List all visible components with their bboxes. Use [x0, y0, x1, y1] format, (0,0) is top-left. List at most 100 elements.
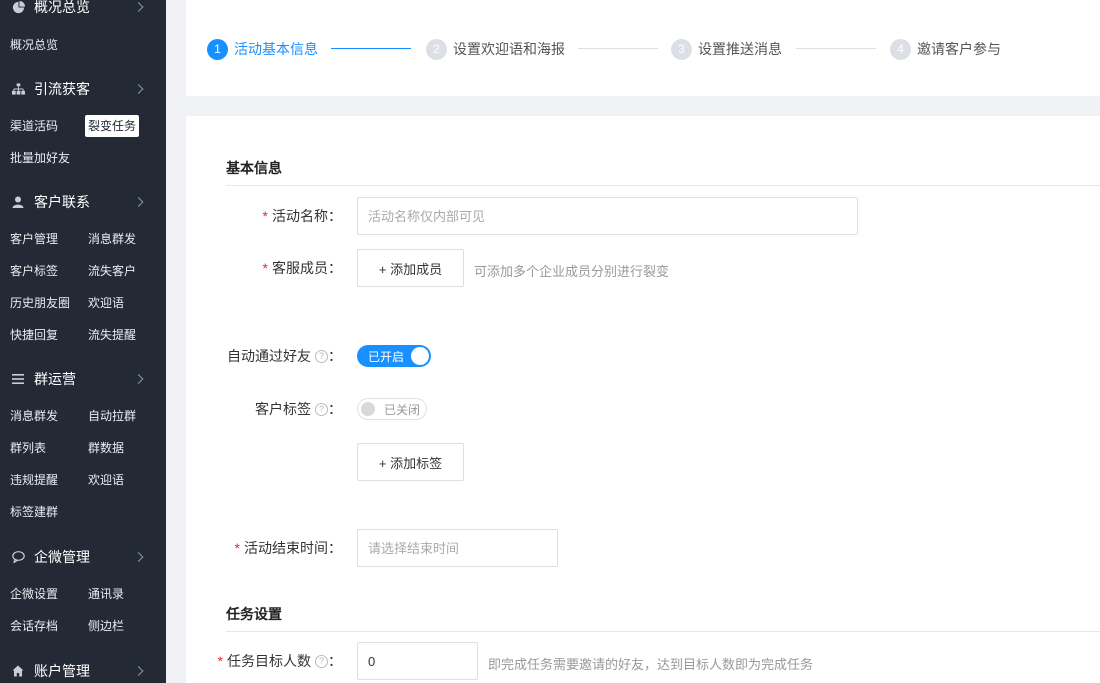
sidebar-group-customer[interactable]: 客户联系 [0, 187, 166, 217]
sidebar-item-contacts[interactable]: 通讯录 [85, 583, 127, 605]
sidebar-item-churn-alert[interactable]: 流失提醒 [85, 324, 139, 346]
label-colon: ： [328, 653, 342, 669]
step-number: 3 [671, 38, 692, 60]
sidebar-group-wecom[interactable]: 企微管理 [0, 542, 166, 572]
required-mark: * [234, 540, 240, 556]
target-count-input[interactable] [357, 642, 478, 680]
sidebar-item-moments-history[interactable]: 历史朋友圈 [7, 292, 73, 314]
sidebar-item-welcome-msg[interactable]: 欢迎语 [85, 292, 127, 314]
sidebar-item-violation-alert[interactable]: 违规提醒 [7, 469, 61, 491]
sidebar-item-side-panel[interactable]: 侧边栏 [85, 615, 127, 637]
label-text: 任务目标人数 [227, 653, 311, 669]
sidebar-item-tag-groups[interactable]: 标签建群 [7, 501, 61, 523]
pie-chart-icon [10, 0, 26, 15]
sidebar-item-batch-add-friends[interactable]: 批量加好友 [7, 147, 73, 169]
switch-knob [361, 402, 375, 416]
steps-bar: 1 活动基本信息 2 设置欢迎语和海报 3 设置推送消息 4 邀请客户参与 [186, 0, 1100, 96]
sidebar-group-label: 客户联系 [34, 194, 90, 210]
sidebar-group-overview[interactable]: 概况总览 [0, 0, 166, 22]
help-icon[interactable]: ? [315, 402, 328, 416]
sidebar-group-label: 企微管理 [34, 549, 90, 565]
label-text: 客户标签 [255, 401, 311, 417]
activity-name-input[interactable] [357, 197, 858, 235]
step-connector [331, 48, 411, 49]
end-time-picker[interactable] [357, 529, 558, 567]
sidebar-group-label: 引流获客 [34, 81, 90, 97]
label-text: 活动结束时间 [244, 540, 328, 556]
add-member-button[interactable]: + 添加成员 [357, 249, 464, 287]
sidebar-item-lost-customers[interactable]: 流失客户 [85, 260, 139, 282]
chevron-right-icon [133, 374, 144, 384]
sidebar-item-quick-reply[interactable]: 快捷回复 [7, 324, 61, 346]
section-title-basic: 基本信息 [226, 160, 282, 176]
chevron-right-icon [133, 2, 144, 12]
step-label: 邀请客户参与 [917, 41, 1001, 57]
auto-accept-label-wrap: 自动通过好友 ? ： [186, 337, 342, 375]
required-mark: * [262, 208, 268, 224]
required-mark: * [217, 653, 223, 669]
step-1[interactable]: 1 活动基本信息 [207, 38, 318, 60]
switch-text: 已关闭 [384, 402, 421, 417]
staff-hint: 可添加多个企业成员分别进行裂变 [474, 264, 670, 279]
sidebar-group-group-ops[interactable]: 群运营 [0, 364, 166, 394]
sidebar-item-auto-group[interactable]: 自动拉群 [85, 405, 139, 427]
sidebar-item-group-welcome[interactable]: 欢迎语 [85, 469, 127, 491]
sidebar-item-group-data[interactable]: 群数据 [85, 437, 127, 459]
step-4[interactable]: 4 邀请客户参与 [890, 38, 1001, 60]
sidebar-item-wecom-settings[interactable]: 企微设置 [7, 583, 61, 605]
label-text: 活动名称 [272, 208, 328, 224]
sidebar-item-overview[interactable]: 概况总览 [7, 34, 61, 56]
switch-text: 已开启 [368, 349, 405, 364]
end-time-label: * 活动结束时间 ： [235, 529, 342, 567]
step-number: 2 [426, 38, 447, 60]
chevron-right-icon [133, 197, 144, 207]
sidebar-group-label: 群运营 [34, 371, 76, 387]
sidebar-group-label: 概况总览 [34, 0, 90, 15]
step-number: 1 [207, 38, 228, 60]
activity-form: 基本信息 * 活动名称 ： * 客服成员 ： + 添加成员 可添加多个企业成员分… [186, 116, 1100, 683]
step-label: 设置推送消息 [698, 41, 782, 57]
label-text: 自动通过好友 [227, 348, 311, 364]
label-colon: ： [328, 540, 342, 556]
required-mark: * [262, 260, 268, 276]
activity-name-label: * 活动名称 ： [263, 197, 342, 235]
section-divider [226, 631, 1100, 632]
help-icon[interactable]: ? [315, 654, 328, 668]
home-icon [10, 663, 26, 679]
sidebar-group-acquisition[interactable]: 引流获客 [0, 74, 166, 104]
sidebar-group-label: 账户管理 [34, 663, 90, 679]
customer-tag-switch[interactable]: 已关闭 [357, 398, 427, 420]
label-colon: ： [328, 401, 342, 417]
chevron-right-icon [133, 666, 144, 676]
sidebar-item-channel-code[interactable]: 渠道活码 [7, 115, 61, 137]
sidebar-item-chat-archive[interactable]: 会话存档 [7, 615, 61, 637]
staff-label-wrap: * 客服成员 ： [186, 249, 342, 287]
step-label: 活动基本信息 [234, 41, 318, 57]
auto-accept-label: 自动通过好友 ? ： [227, 337, 342, 375]
step-number: 4 [890, 38, 911, 60]
sidebar-group-account[interactable]: 账户管理 [0, 656, 166, 683]
sidebar-item-group-mass-message[interactable]: 消息群发 [7, 405, 61, 427]
auto-accept-switch[interactable]: 已开启 [357, 345, 431, 367]
sidebar-item-mass-message[interactable]: 消息群发 [85, 228, 139, 250]
target-count-label-wrap: * 任务目标人数 ? ： [186, 642, 342, 680]
label-colon: ： [328, 348, 342, 364]
label-text: 客服成员 [272, 260, 328, 276]
step-connector [796, 48, 876, 49]
sidebar-item-group-list[interactable]: 群列表 [7, 437, 49, 459]
sidebar-item-fission-task[interactable]: 裂变任务 [85, 115, 140, 137]
step-3[interactable]: 3 设置推送消息 [671, 38, 782, 60]
menu-lines-icon [10, 371, 26, 387]
end-time-label-wrap: * 活动结束时间 ： [186, 529, 342, 567]
sitemap-icon [10, 81, 26, 97]
chat-bubble-icon [10, 549, 26, 565]
sidebar-item-customer-mgmt[interactable]: 客户管理 [7, 228, 61, 250]
help-icon[interactable]: ? [315, 349, 328, 363]
target-count-hint: 即完成任务需要邀请的好友，达到目标人数即为完成任务 [488, 657, 814, 672]
add-tag-button[interactable]: + 添加标签 [357, 443, 464, 481]
step-label: 设置欢迎语和海报 [453, 41, 565, 57]
chevron-right-icon [133, 552, 144, 562]
customer-tag-label-wrap: 客户标签 ? ： [186, 390, 342, 428]
sidebar-item-customer-tags[interactable]: 客户标签 [7, 260, 61, 282]
step-2[interactable]: 2 设置欢迎语和海报 [426, 38, 565, 60]
